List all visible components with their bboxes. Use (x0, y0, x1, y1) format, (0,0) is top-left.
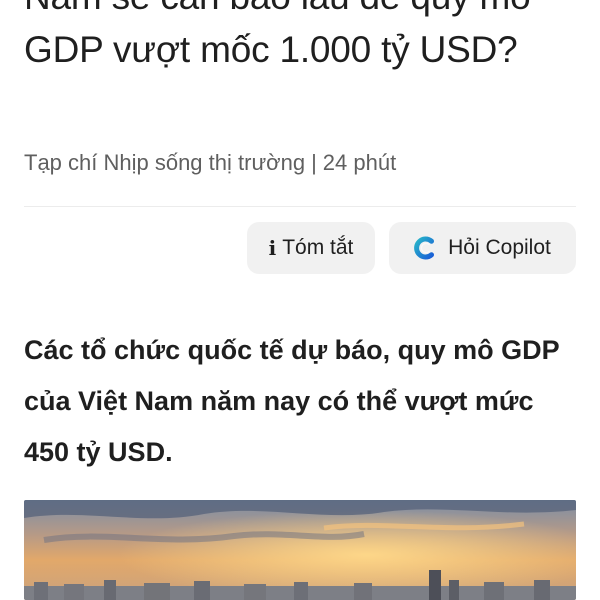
meta-divider (24, 206, 576, 207)
article-view: Nam sẽ cần bao lâu để quy mô GDP vượt mố… (0, 0, 600, 600)
article-lead: Các tổ chức quốc tế dự báo, quy mô GDP c… (24, 335, 560, 467)
copilot-label: Hỏi Copilot (448, 236, 551, 259)
summary-button[interactable]: i Tóm tắt (247, 222, 375, 274)
info-icon: i (268, 236, 277, 260)
read-time: 24 phút (322, 150, 397, 175)
copilot-icon (414, 236, 435, 260)
article-meta: Tạp chí Nhịp sống thị trường | 24 phút (24, 150, 396, 176)
article-title: Nam sẽ cần bao lâu để quy mô GDP vượt mố… (24, 0, 531, 70)
ask-copilot-button[interactable]: Hỏi Copilot (389, 222, 576, 274)
hero-image[interactable] (24, 500, 576, 600)
summary-label: Tóm tắt (282, 236, 354, 259)
source-name[interactable]: Tạp chí Nhịp sống thị trường (24, 150, 305, 175)
meta-separator: | (311, 150, 317, 175)
